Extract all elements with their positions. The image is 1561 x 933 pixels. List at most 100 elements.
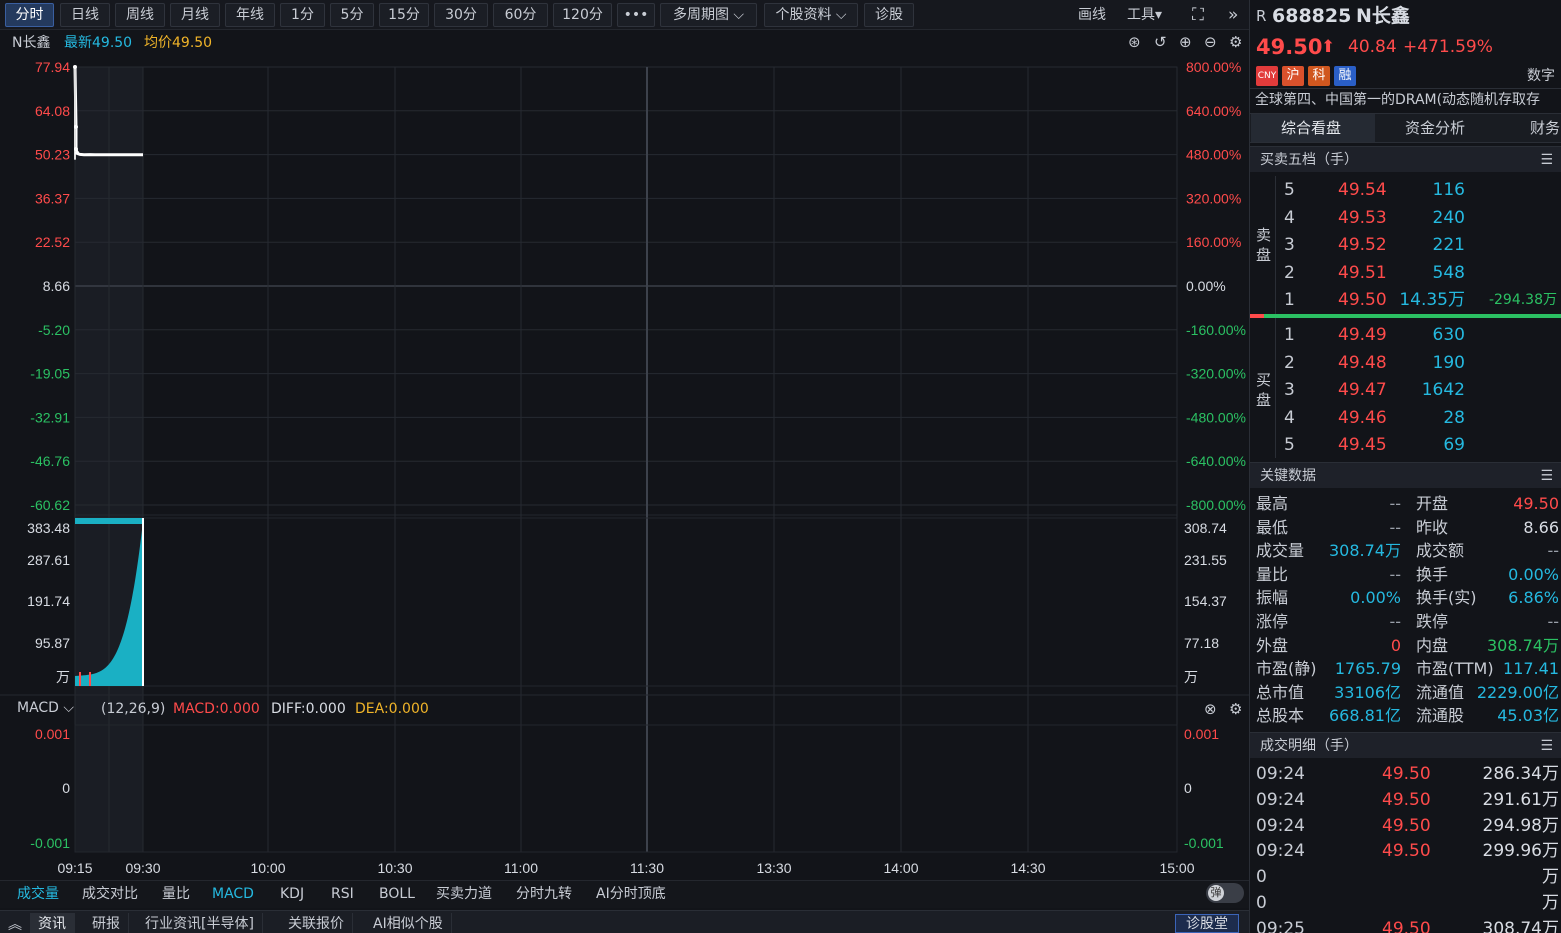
sell-row[interactable]: 1 49.50 14.35万 -294.38万 [1250,287,1561,314]
keydata-value: 33106亿 [1334,682,1401,702]
bottom-tab-3[interactable]: 关联报价 [280,913,353,933]
danmu-toggle[interactable]: 弹 [1206,883,1244,903]
price-tick-right: -160.00% [1186,322,1246,338]
bid-price: 49.46 [1338,407,1387,428]
macd-tick-left: 0.001 [35,726,70,742]
close-icon[interactable]: ⊗ [1204,700,1217,718]
digital-label: 数字 [1527,68,1555,84]
indicator-tab-1[interactable]: 成交对比 [82,884,138,904]
keydata-value: 2229.00亿 [1476,682,1559,702]
volume-tick-right: 308.74 [1184,520,1227,536]
bottom-tab-0[interactable]: 资讯 [30,913,75,933]
volume-tick-right: 万 [1184,669,1198,685]
zoom-in-icon[interactable]: ⊕ [1179,33,1192,51]
buy-row[interactable]: 4 49.46 28 [1250,405,1561,432]
trade-volume: 299.96万 [1482,841,1559,862]
price-tick-left: 22.52 [35,234,70,250]
period-button-11[interactable]: ••• [617,3,655,27]
bottom-tab-4[interactable]: AI相似个股 [365,913,452,933]
trades-menu-icon[interactable]: ☰ [1540,733,1553,759]
bid-volume: 1642 [1421,380,1465,400]
macd-settings-icon[interactable]: ⚙ [1229,700,1242,718]
expand-right-icon[interactable]: » [1228,3,1238,27]
indicator-tab-7[interactable]: 买卖力道 [436,884,492,904]
period-button-10[interactable]: 120分 [553,3,612,27]
sell-row[interactable]: 2 49.51 548 [1250,260,1561,287]
trade-row: 09:24 49.50 294.98万 [1250,814,1561,839]
bid-price: 49.48 [1338,352,1387,373]
period-button-7[interactable]: 15分 [379,3,429,27]
period-button-2[interactable]: 周线 [115,3,165,27]
indicator-tab-8[interactable]: 分时九转 [516,884,572,904]
macd-selector-label: MACD [17,700,59,716]
buy-row[interactable]: 3 49.47 1642 [1250,377,1561,404]
keydata-menu-icon[interactable]: ☰ [1540,463,1553,489]
buy-row[interactable]: 2 49.48 190 [1250,350,1561,377]
period-button-8[interactable]: 30分 [434,3,488,27]
undo-icon[interactable]: ↺ [1154,33,1167,51]
period-button-6[interactable]: 5分 [330,3,374,27]
buy-row[interactable]: 1 49.49 630 [1250,322,1561,349]
keydata-key: 总市值 [1256,682,1305,702]
level: 5 [1284,435,1295,455]
sell-row[interactable]: 3 49.52 221 [1250,232,1561,259]
ask-price: 49.53 [1338,207,1387,228]
keydata-value: -- [1547,612,1559,631]
keydata-key: 换手 [1416,564,1449,584]
indicator-tab-5[interactable]: RSI [331,884,354,904]
period-button-13[interactable]: 个股资料 ⌵ [764,3,858,27]
price-point [74,146,78,151]
trade-row: 09:24 49.50 286.34万 [1250,762,1561,787]
keydata-key: 最低 [1256,517,1289,537]
tab-capital[interactable]: 资金分析 [1405,120,1465,136]
indicator-tab-4[interactable]: KDJ [280,884,304,904]
price-tick-left: -46.76 [30,453,70,469]
period-button-4[interactable]: 年线 [225,3,275,27]
price-tick-right: 160.00% [1186,234,1241,250]
period-button-1[interactable]: 日线 [60,3,110,27]
indicator-tab-0[interactable]: 成交量 [17,884,59,904]
ask-volume: 240 [1432,207,1465,228]
sell-row[interactable]: 5 49.54 116 [1250,177,1561,204]
diagnose-button[interactable]: 诊股堂 [1175,914,1239,933]
zoom-out-icon[interactable]: ⊖ [1204,33,1217,51]
keydata-key: 昨收 [1416,517,1449,537]
period-button-12[interactable]: 多周期图 ⌵ [660,3,757,27]
period-button-5[interactable]: 1分 [280,3,325,27]
period-button-3[interactable]: 月线 [170,3,220,27]
period-button-0[interactable]: 分时 [5,3,54,27]
sell-row[interactable]: 4 49.53 240 [1250,205,1561,232]
price-tick-left: 77.94 [35,59,70,75]
toggle-knob: 弹 [1208,885,1224,901]
volume-top-band [75,518,143,524]
macd-selector[interactable]: MACD ⌵ [17,700,74,716]
period-button-14[interactable]: 诊股 [864,3,914,27]
macd-tick-right: 0 [1184,780,1192,796]
tab-overview[interactable]: 综合看盘 [1281,120,1341,136]
keydata-header: 关键数据 ☰ [1250,462,1561,488]
fullscreen-icon[interactable]: ⛶ [1192,3,1204,27]
target-icon[interactable]: ⊛ [1128,33,1141,51]
tab-finance[interactable]: 财务 [1530,120,1560,136]
gear-icon[interactable]: ⚙ [1229,33,1242,51]
indicator-tab-6[interactable]: BOLL [379,884,415,904]
indicator-tab-9[interactable]: AI分时顶底 [596,884,666,904]
keydata-key: 跌停 [1416,612,1449,631]
menu-icon[interactable]: ☰ [1540,147,1553,173]
volume-tick-right: 77.18 [1184,635,1219,651]
intraday-chart[interactable]: 77.94 800.00% 64.08 640.00% 50.23 480.00% 36.3… [0,55,1250,880]
price-tick-left: 36.37 [35,190,70,206]
bottom-tab-1[interactable]: 研报 [84,913,129,933]
indicator-tab-2[interactable]: 量比 [162,884,190,904]
indicator-tab-3[interactable]: MACD [212,884,254,904]
volume-tick-left: 万 [56,669,70,685]
badge-2: 科 [1308,66,1330,86]
draw-line-button[interactable]: 画线 [1078,3,1106,27]
buy-row[interactable]: 5 49.45 69 [1250,432,1561,459]
trade-row: 09:25 49.50 308.74万 [1250,917,1561,933]
price-change: 40.84 [1348,37,1397,57]
collapse-icon[interactable]: ︽ [8,917,22,933]
period-button-9[interactable]: 60分 [493,3,548,27]
bottom-tab-2[interactable]: 行业资讯[半导体] [137,913,263,933]
tools-menu[interactable]: 工具▾ [1127,3,1162,27]
